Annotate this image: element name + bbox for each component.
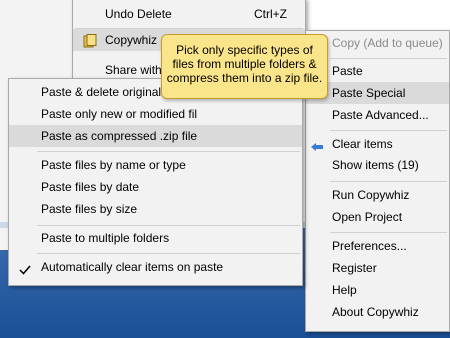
paste-advanced-label: Paste Advanced... xyxy=(332,108,429,122)
tooltip-line-2: files from multiple folders & xyxy=(172,57,317,71)
menu-separator xyxy=(330,232,447,233)
copywhiz-label: Copywhiz xyxy=(105,33,158,47)
paste-compressed-zip-label: Paste as compressed .zip file xyxy=(41,129,198,143)
about-copywhiz-item[interactable]: About Copywhiz xyxy=(306,301,449,323)
register-label: Register xyxy=(332,261,377,275)
paste-by-date-label: Paste files by date xyxy=(41,180,140,194)
paste-by-size-item[interactable]: Paste files by size xyxy=(9,198,302,220)
menu-separator xyxy=(37,151,300,152)
clear-items-label: Clear items xyxy=(332,137,393,151)
preferences-label: Preferences... xyxy=(332,239,407,253)
paste-new-modified-label: Paste only new or modified fil xyxy=(41,107,198,121)
menu-separator xyxy=(330,130,447,131)
preferences-item[interactable]: Preferences... xyxy=(306,235,449,257)
paste-special-submenu: Paste & delete original f Paste only new… xyxy=(8,78,303,286)
paste-by-name-type-label: Paste files by name or type xyxy=(41,158,186,172)
register-item[interactable]: Register xyxy=(306,257,449,279)
clear-items-item[interactable]: Clear items xyxy=(306,133,449,155)
show-items-item[interactable]: Show items (19) xyxy=(306,154,449,176)
paste-advanced-item[interactable]: Paste Advanced... xyxy=(306,104,449,126)
help-label: Help xyxy=(332,283,357,297)
open-project-item[interactable]: Open Project xyxy=(306,206,449,228)
about-copywhiz-label: About Copywhiz xyxy=(332,305,419,319)
paste-label: Paste xyxy=(332,64,363,78)
paste-new-modified-item[interactable]: Paste only new or modified fil xyxy=(9,103,302,125)
undo-delete-label: Undo Delete xyxy=(105,7,172,21)
tooltip-callout: Pick only specific types of files from m… xyxy=(161,34,328,99)
paste-by-name-type-item[interactable]: Paste files by name or type xyxy=(9,154,302,176)
menu-separator xyxy=(37,225,300,226)
copywhiz-icon xyxy=(83,33,97,55)
menu-separator xyxy=(37,253,300,254)
paste-delete-original-label: Paste & delete original f xyxy=(41,85,168,99)
undo-shortcut: Ctrl+Z xyxy=(254,7,287,21)
paste-by-date-item[interactable]: Paste files by date xyxy=(9,176,302,198)
menu-separator xyxy=(330,58,447,59)
open-project-label: Open Project xyxy=(332,210,403,224)
paste-multiple-folders-label: Paste to multiple folders xyxy=(41,231,170,245)
auto-clear-items-label: Automatically clear items on paste xyxy=(41,260,224,274)
run-copywhiz-label: Run Copywhiz xyxy=(332,188,410,202)
run-copywhiz-item[interactable]: Run Copywhiz xyxy=(306,184,449,206)
copy-add-label: Copy (Add to queue) xyxy=(332,36,443,50)
paste-multiple-folders-item[interactable]: Paste to multiple folders xyxy=(9,227,302,249)
help-item[interactable]: Help xyxy=(306,279,449,301)
auto-clear-items-item[interactable]: Automatically clear items on paste xyxy=(9,256,302,278)
menu-separator xyxy=(330,181,447,182)
checkmark-icon xyxy=(19,261,31,283)
tooltip-line-3: compress them into a zip file. xyxy=(166,71,323,85)
tooltip-line-1: Pick only specific types of xyxy=(176,43,313,57)
paste-compressed-zip-item[interactable]: Paste as compressed .zip file xyxy=(9,125,302,147)
paste-by-size-label: Paste files by size xyxy=(41,202,138,216)
paste-special-label: Paste Special xyxy=(332,86,406,100)
show-items-label: Show items (19) xyxy=(332,158,419,172)
undo-delete-item[interactable]: Undo Delete Ctrl+Z xyxy=(73,3,305,25)
